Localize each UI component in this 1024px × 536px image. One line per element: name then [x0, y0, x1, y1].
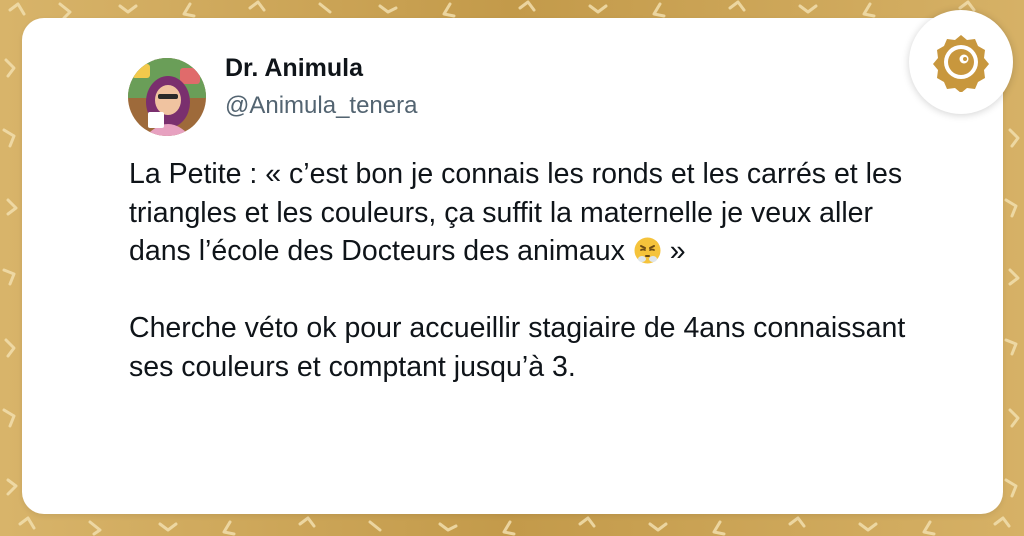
tweet-card: Dr. Animula @Animula_tenera La Petite : …: [22, 18, 1003, 514]
face-with-steam-from-nose-icon: [634, 237, 661, 264]
tweet-text: La Petite : « c’est bon je connais les r…: [129, 155, 909, 386]
closing-quote: »: [669, 235, 686, 267]
brand-badge: [909, 10, 1013, 114]
paragraph-text: La Petite : « c’est bon je connais les r…: [129, 158, 903, 267]
tweet-paragraph-2: Cherche véto ok pour accueillir stagiair…: [129, 312, 906, 383]
tweet-paragraph-1: La Petite : « c’est bon je connais les r…: [129, 155, 909, 271]
avatar-image: [128, 58, 206, 136]
brand-logo-icon: [933, 35, 989, 92]
author-handle[interactable]: @Animula_tenera: [225, 92, 417, 120]
avatar[interactable]: [128, 58, 206, 136]
author-name[interactable]: Dr. Animula: [225, 54, 363, 83]
